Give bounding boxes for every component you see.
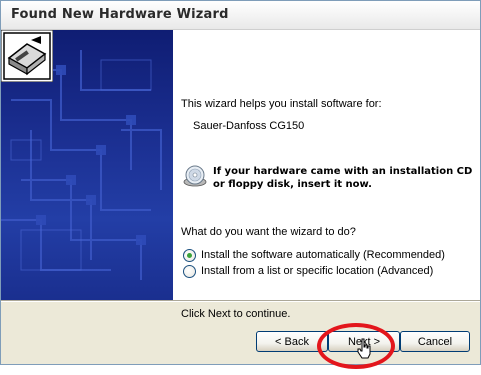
continue-hint: Click Next to continue.	[181, 308, 291, 320]
option-from-list-label[interactable]: Install from a list or specific location…	[201, 265, 433, 277]
radio-from-list[interactable]	[183, 264, 196, 278]
option-install-automatically[interactable]: Install the software automatically (Reco…	[183, 248, 445, 262]
cancel-button[interactable]: Cancel	[400, 331, 470, 352]
wizard-content: This wizard helps you install software f…	[173, 30, 480, 320]
device-name: Sauer-Danfoss CG150	[193, 120, 305, 132]
option-install-from-list[interactable]: Install from a list or specific location…	[183, 264, 433, 278]
hardware-install-icon	[1, 30, 53, 82]
cd-instruction-line-1: If your hardware came with an installati…	[213, 166, 473, 177]
intro-text: This wizard helps you install software f…	[181, 98, 382, 110]
wizard-side-panel	[1, 30, 173, 300]
question-text: What do you want the wizard to do?	[181, 226, 356, 238]
wizard-window: Found New Hardware Wizard This wizard he…	[0, 0, 481, 365]
cd-instruction-line-2: or floppy disk, insert it now.	[213, 179, 372, 190]
cd-instruction: If your hardware came with an installati…	[213, 165, 472, 191]
window-title: Found New Hardware Wizard	[11, 7, 229, 22]
back-button[interactable]: < Back	[256, 331, 328, 352]
next-button[interactable]: Next >	[328, 331, 400, 352]
title-bar: Found New Hardware Wizard	[1, 1, 480, 30]
footer-separator	[1, 300, 480, 302]
cd-disc-icon	[183, 165, 207, 187]
option-automatic-label[interactable]: Install the software automatically (Reco…	[201, 249, 445, 261]
radio-automatic[interactable]	[183, 248, 196, 262]
